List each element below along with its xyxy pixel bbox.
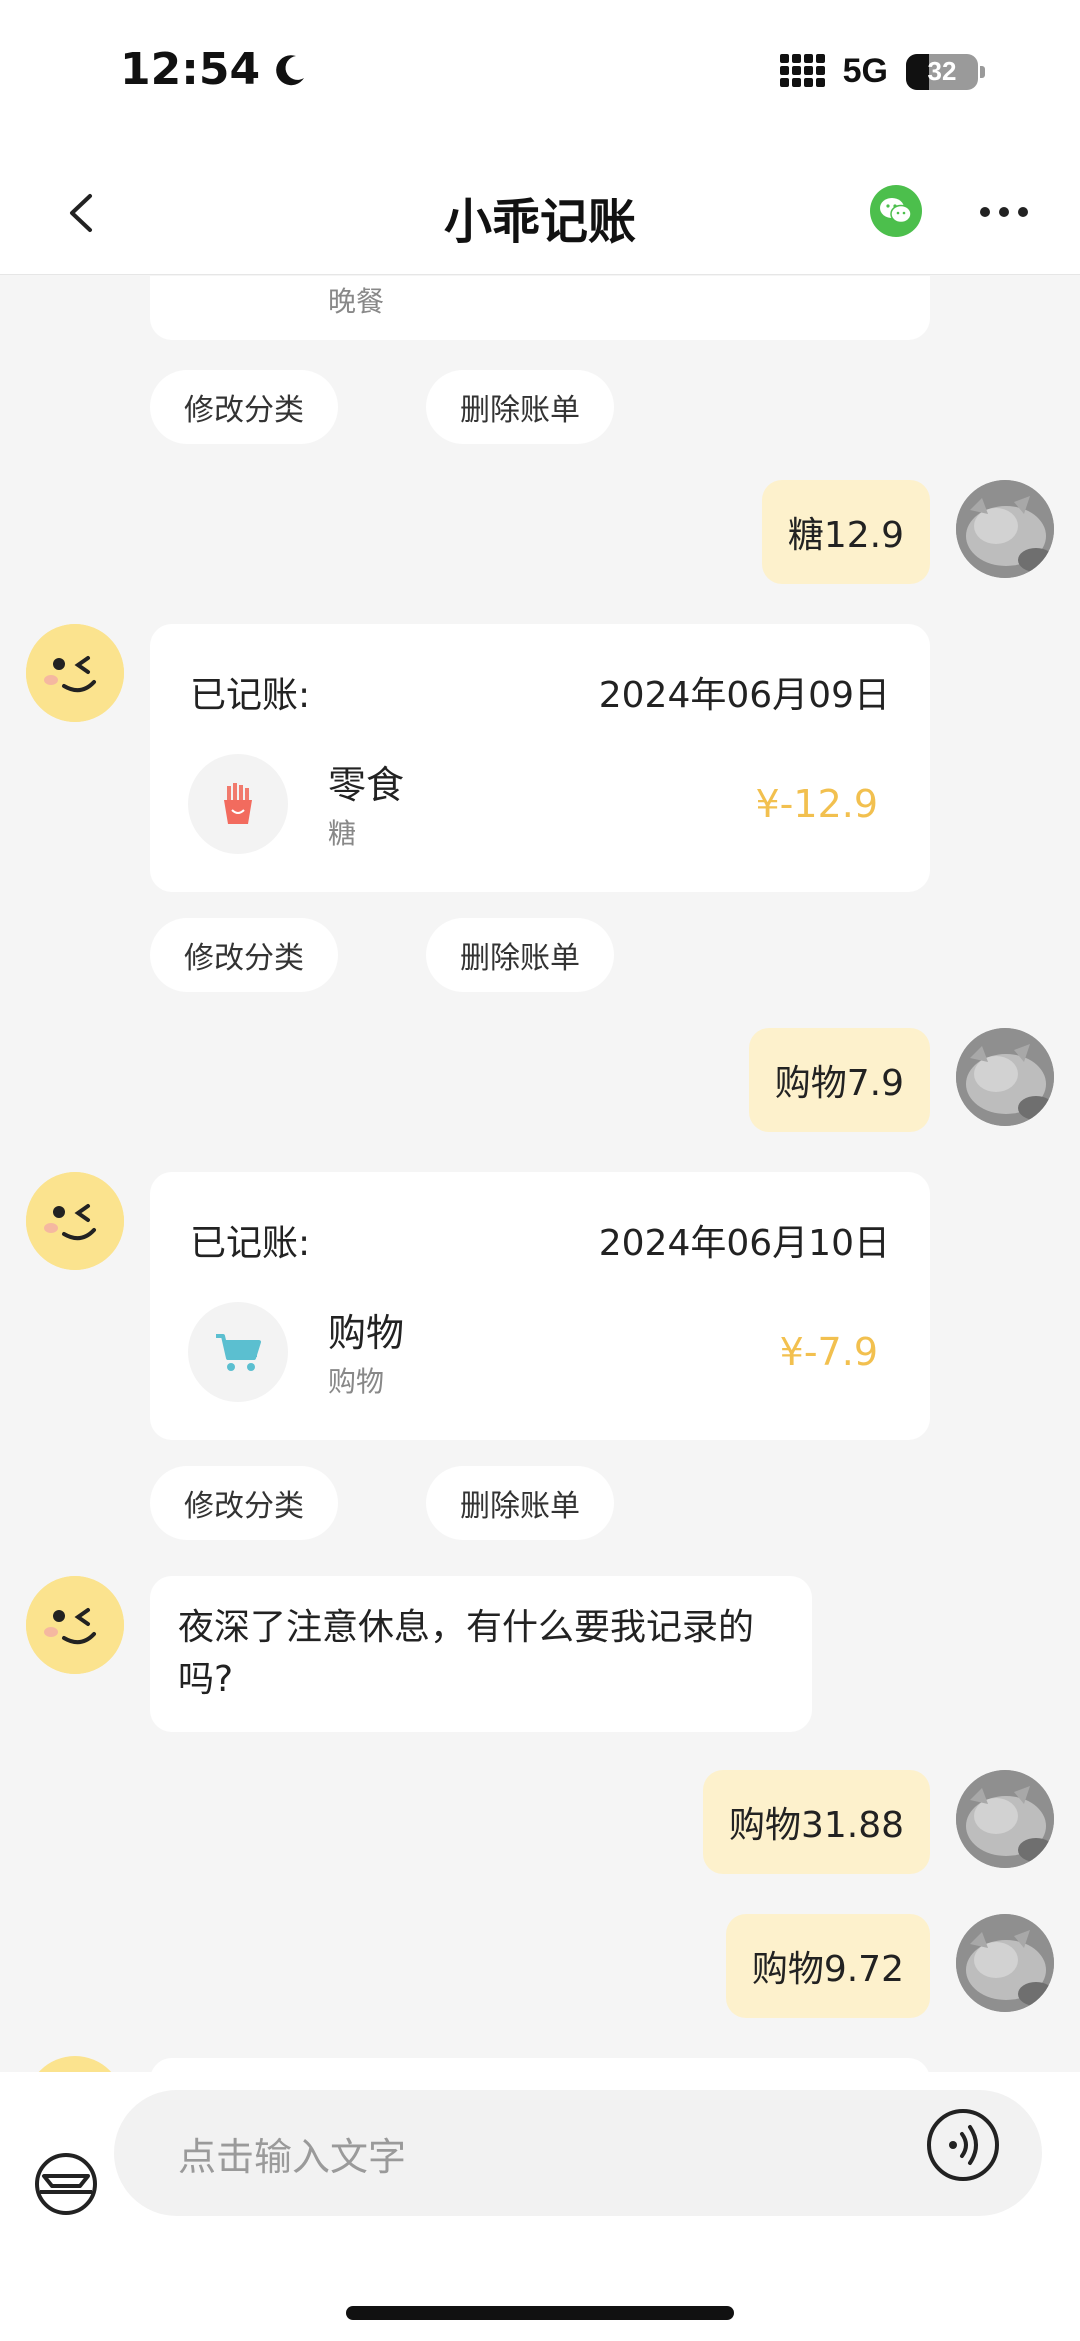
user-message-text: 购物31.88 (728, 1805, 904, 1846)
category-icon (188, 1302, 288, 1402)
home-indicator[interactable] (346, 2306, 734, 2320)
delete-bill-button[interactable]: 删除账单 (426, 918, 614, 992)
user-avatar[interactable] (956, 1028, 1054, 1126)
text-input[interactable]: 点击输入文字 (114, 2090, 1042, 2216)
bot-message-partial (150, 2058, 930, 2072)
battery-icon: 32 (906, 53, 978, 90)
input-placeholder: 点击输入文字 (178, 2134, 407, 2179)
user-message-text: 购物7.9 (774, 1063, 904, 1104)
chat-area[interactable]: 晚餐 修改分类 删除账单 糖12.9 已记账: 2024年06月09日 零食 糖… (0, 276, 1080, 2072)
bill-category: 购物 (328, 1311, 405, 1355)
bill-category: 零食 (328, 763, 405, 807)
user-message: 糖12.9 (761, 480, 930, 584)
edit-category-button[interactable]: 修改分类 (150, 918, 338, 992)
wallet-icon[interactable] (34, 2152, 98, 2216)
status-bar: 12:54 5G 32 (0, 0, 1080, 150)
nav-bar: 小乖记账 (0, 150, 1080, 275)
bill-note: 购物 (328, 1365, 385, 1398)
input-bar: 点击输入文字 (0, 2072, 1080, 2341)
delete-bill-button[interactable]: 删除账单 (426, 370, 614, 444)
bot-avatar (26, 624, 124, 722)
winking-face-icon (26, 624, 124, 722)
recorded-label: 已记账: (190, 1223, 311, 1264)
bill-note: 晚餐 (328, 285, 385, 318)
signal-icon (779, 53, 825, 87)
user-avatar[interactable] (956, 1914, 1054, 2012)
more-options-icon[interactable] (980, 207, 1028, 217)
winking-face-icon (26, 1172, 124, 1270)
bot-avatar (26, 2056, 124, 2072)
bill-note: 糖 (328, 817, 357, 850)
bill-card: 已记账: 2024年06月10日 购物 购物 ¥-7.9 (150, 1172, 930, 1440)
delete-bill-button[interactable]: 删除账单 (426, 1466, 614, 1540)
edit-category-button[interactable]: 修改分类 (150, 1466, 338, 1540)
voice-icon[interactable] (926, 2108, 1000, 2182)
user-avatar[interactable] (956, 480, 1054, 578)
bot-message: 夜深了注意休息，有什么要我记录的吗? (150, 1576, 812, 1732)
battery-percent: 32 (927, 56, 957, 86)
network-type: 5G (842, 52, 888, 90)
time-text: 12:54 (120, 44, 261, 95)
user-message: 购物9.72 (725, 1914, 930, 2018)
status-time: 12:54 (120, 44, 310, 95)
bill-card: 已记账: 2024年06月09日 零食 糖 ¥-12.9 (150, 624, 930, 892)
bot-avatar (26, 1172, 124, 1270)
edit-category-button[interactable]: 修改分类 (150, 370, 338, 444)
bot-avatar (26, 1576, 124, 1674)
bill-date: 2024年06月10日 (598, 1223, 890, 1264)
battery-cap (980, 65, 985, 78)
bill-card-partial: 晚餐 (150, 276, 930, 340)
bill-date: 2024年06月09日 (598, 675, 890, 716)
user-message-text: 购物9.72 (751, 1949, 904, 1990)
status-indicators: 5G 32 (779, 52, 985, 91)
fries-icon (224, 783, 252, 824)
wechat-icon[interactable] (870, 185, 922, 237)
bot-message-text: 夜深了注意休息，有什么要我记录的吗? (178, 1607, 755, 1700)
shopping-cart-icon (216, 1334, 261, 1371)
user-message: 购物31.88 (702, 1770, 930, 1874)
user-message: 购物7.9 (748, 1028, 930, 1132)
bill-amount: ¥-7.9 (779, 1330, 878, 1374)
user-message-text: 糖12.9 (787, 515, 904, 556)
category-icon (188, 754, 288, 854)
moon-icon (276, 54, 305, 85)
recorded-label: 已记账: (190, 675, 311, 716)
bill-amount: ¥-12.9 (755, 782, 879, 826)
user-avatar[interactable] (956, 1770, 1054, 1868)
winking-face-icon (26, 1576, 124, 1674)
